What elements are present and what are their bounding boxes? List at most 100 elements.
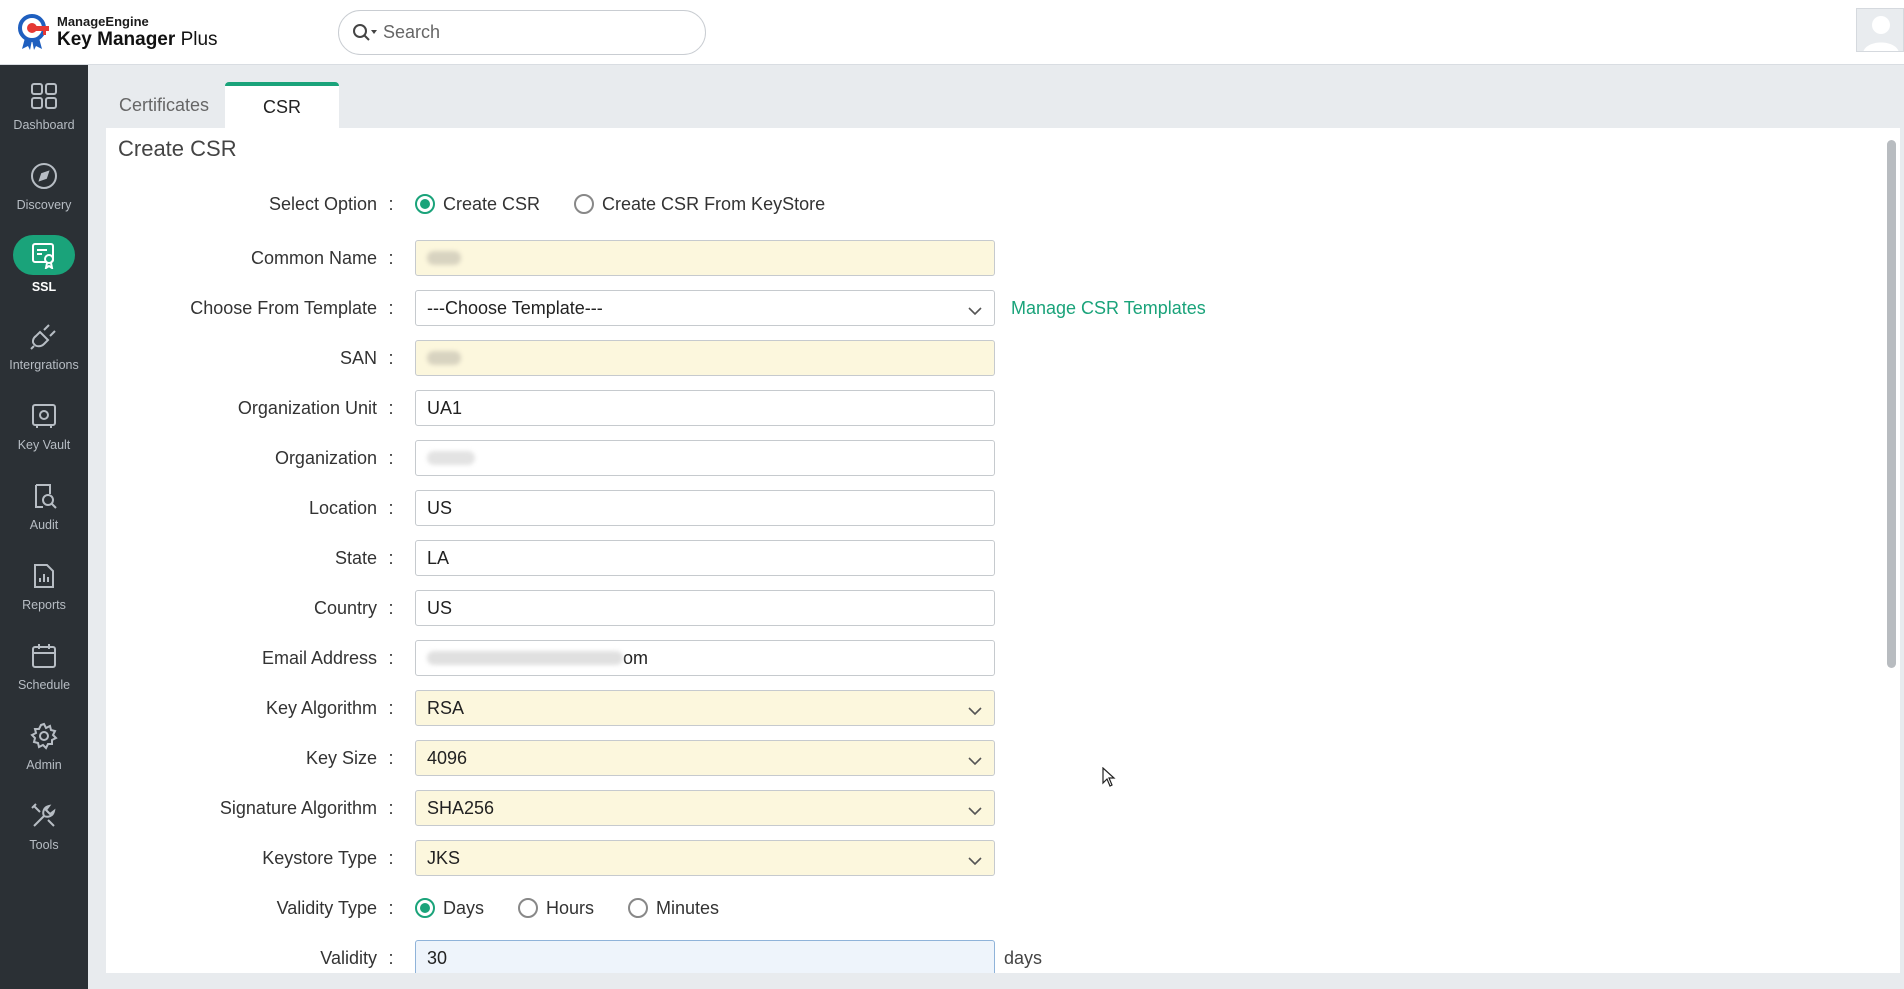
keystore-type-label: Keystore Type: [262, 847, 377, 868]
validity-input[interactable]: 30: [415, 940, 995, 973]
radio-minutes[interactable]: Minutes: [628, 898, 719, 919]
sidebar-item-tools[interactable]: Tools: [0, 799, 88, 869]
key-algorithm-select[interactable]: RSA: [415, 690, 995, 726]
sidebar-item-label: Admin: [26, 758, 62, 772]
organization-input[interactable]: [415, 440, 995, 476]
tools-icon: [27, 799, 61, 833]
org-unit-input[interactable]: UA1: [415, 390, 995, 426]
location-row: Location :: [106, 490, 401, 526]
keystore-type-select[interactable]: JKS: [415, 840, 995, 876]
common-name-row: Common Name :: [106, 240, 401, 276]
template-select[interactable]: ---Choose Template---: [415, 290, 995, 326]
sidebar-item-reports[interactable]: Reports: [0, 559, 88, 629]
country-label: Country: [313, 597, 377, 618]
signature-algorithm-row: Signature Algorithm :: [106, 790, 401, 826]
location-label: Location: [308, 497, 377, 518]
search-bar[interactable]: [338, 10, 706, 55]
redacted-value: [427, 351, 461, 365]
product-name: Key Manager Plus: [57, 29, 218, 50]
key-algorithm-row: Key Algorithm :: [106, 690, 401, 726]
sidebar-item-dashboard[interactable]: Dashboard: [0, 79, 88, 149]
state-input[interactable]: LA: [415, 540, 995, 576]
sidebar-item-audit[interactable]: Audit: [0, 479, 88, 549]
location-input[interactable]: US: [415, 490, 995, 526]
sidebar-item-label: Dashboard: [13, 118, 75, 132]
validity-label: Validity: [320, 947, 377, 968]
email-field[interactable]: om: [415, 640, 995, 676]
common-name-input[interactable]: [415, 240, 995, 276]
radio-hours[interactable]: Hours: [518, 898, 594, 919]
tab-csr[interactable]: CSR: [225, 82, 340, 128]
key-manager-logo-icon: [17, 13, 51, 51]
sidebar-item-label: Reports: [22, 598, 66, 612]
sidebar-item-label: SSL: [31, 280, 57, 294]
radio-days[interactable]: Days: [415, 898, 484, 919]
sidebar-item-label: Discovery: [16, 198, 72, 212]
vertical-scrollbar[interactable]: [1887, 140, 1896, 668]
radio-create-csr-from-keystore[interactable]: Create CSR From KeyStore: [574, 194, 825, 215]
sidebar-item-key-vault[interactable]: Key Vault: [0, 399, 88, 469]
sidebar-item-label: Schedule: [17, 678, 71, 692]
app-logo[interactable]: ManageEngine Key Manager Plus: [17, 13, 218, 51]
key-size-label: Key Size: [305, 747, 377, 768]
key-size-select[interactable]: 4096: [415, 740, 995, 776]
san-row: SAN :: [106, 340, 401, 376]
sidebar-item-intergrations[interactable]: Intergrations: [0, 319, 88, 389]
email-label: Email Address: [261, 647, 377, 668]
common-name-label: Common Name: [250, 247, 377, 268]
redacted-value: [427, 451, 475, 465]
radio-checked-icon[interactable]: [415, 194, 435, 214]
sidebar-item-label: Key Vault: [17, 438, 71, 452]
certificate-icon: [13, 235, 75, 275]
dashboard-icon: [27, 79, 61, 113]
sidebar-item-label: Intergrations: [9, 358, 79, 372]
search-icon[interactable]: [339, 23, 383, 43]
country-row: Country :: [106, 590, 401, 626]
country-input[interactable]: US: [415, 590, 995, 626]
select-option-radios: Create CSR Create CSR From KeyStore: [415, 186, 859, 222]
user-avatar[interactable]: [1856, 8, 1904, 52]
chevron-down-icon: [968, 802, 982, 823]
compass-icon: [27, 159, 61, 193]
validity-type-radios: Days Hours Minutes: [415, 890, 753, 926]
san-label: SAN: [339, 347, 377, 368]
mouse-cursor-icon: [1102, 766, 1116, 794]
calendar-icon: [27, 639, 61, 673]
sidebar-item-schedule[interactable]: Schedule: [0, 639, 88, 709]
radio-unchecked-icon[interactable]: [628, 898, 649, 918]
chevron-down-icon: [968, 702, 982, 723]
keystore-type-row: Keystore Type :: [106, 840, 401, 876]
signature-algorithm-select[interactable]: SHA256: [415, 790, 995, 826]
redacted-value: [427, 651, 623, 665]
search-input[interactable]: [383, 22, 705, 43]
select-option-row: Select Option :: [106, 186, 401, 222]
state-label: State: [334, 547, 377, 568]
radio-checked-icon[interactable]: [415, 898, 435, 918]
top-header: ManageEngine Key Manager Plus: [0, 0, 1904, 65]
plug-icon: [27, 319, 61, 353]
reports-icon: [27, 559, 61, 593]
manage-csr-templates-link[interactable]: Manage CSR Templates: [1011, 298, 1206, 319]
sidebar-item-admin[interactable]: Admin: [0, 719, 88, 789]
radio-unchecked-icon[interactable]: [574, 194, 595, 214]
chevron-down-icon: [968, 752, 982, 773]
tab-certificates[interactable]: Certificates: [103, 82, 225, 128]
page-title: Create CSR: [118, 136, 237, 161]
san-input[interactable]: [415, 340, 995, 376]
key-size-row: Key Size :: [106, 740, 401, 776]
email-row: Email Address :: [106, 640, 401, 676]
audit-icon: [27, 479, 61, 513]
key-algorithm-label: Key Algorithm: [265, 697, 377, 718]
radio-create-csr[interactable]: Create CSR: [415, 194, 540, 215]
redacted-value: [427, 251, 461, 265]
radio-unchecked-icon[interactable]: [518, 898, 539, 918]
sidebar-item-discovery[interactable]: Discovery: [0, 159, 88, 229]
organization-row: Organization :: [106, 440, 401, 476]
sidebar-item-label: Audit: [29, 518, 59, 532]
validity-unit: days: [1004, 948, 1043, 968]
state-row: State :: [106, 540, 401, 576]
organization-label: Organization: [274, 447, 377, 468]
sidebar-item-ssl[interactable]: SSL: [0, 235, 88, 305]
select-option-label: Select Option: [268, 193, 377, 214]
chevron-down-icon: [968, 852, 982, 873]
